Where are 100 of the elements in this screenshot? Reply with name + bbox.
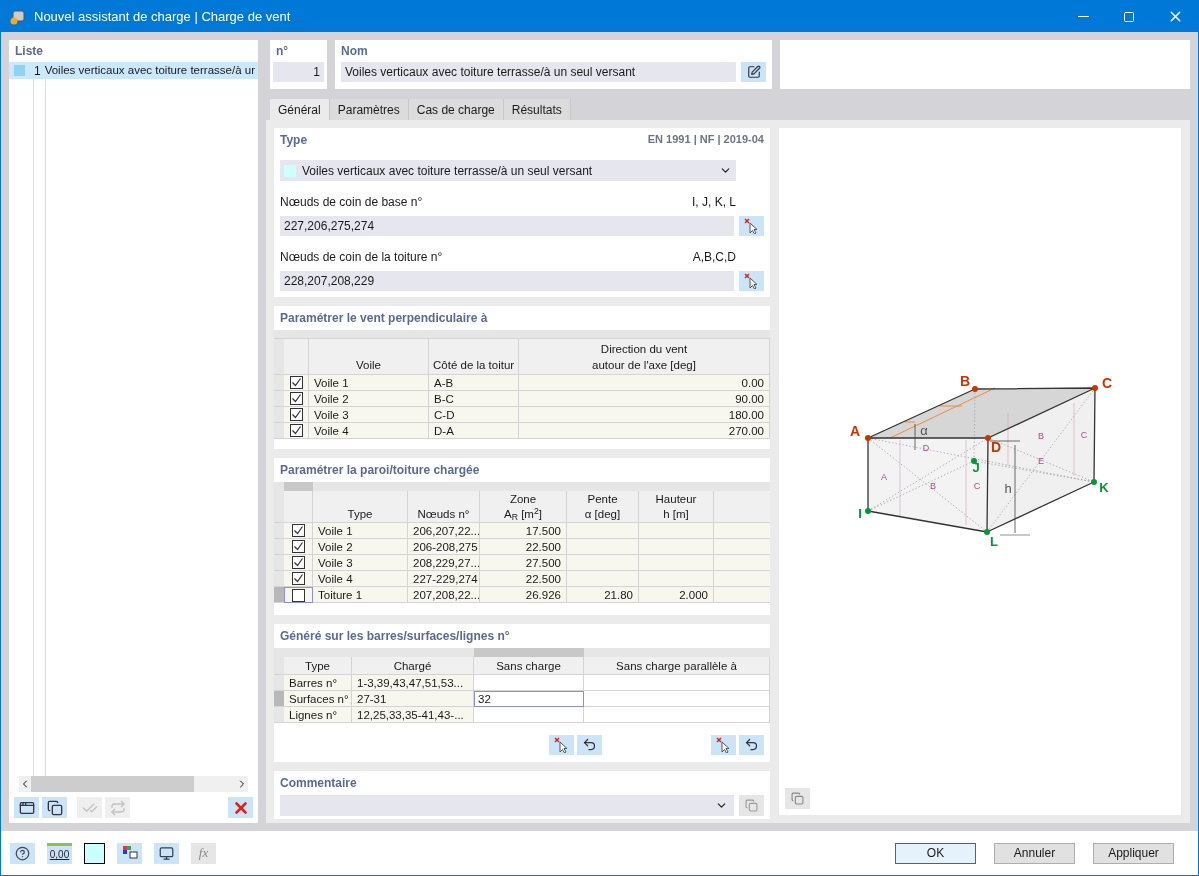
- copy-button[interactable]: [42, 797, 67, 818]
- horizontal-scrollbar[interactable]: [19, 776, 248, 792]
- section-title: Paramétrer la paroi/toiture chargée: [279, 462, 481, 479]
- pick-nodes-button[interactable]: [739, 271, 764, 291]
- section-title: Commentaire: [280, 775, 358, 792]
- field-label: Nœuds de coin de base n°: [280, 194, 423, 211]
- pick-button[interactable]: [711, 734, 736, 755]
- diagram-options-button[interactable]: [785, 788, 810, 809]
- column-header: Chargé: [352, 657, 474, 675]
- base-nodes-field[interactable]: 227,206,275,274: [280, 216, 734, 236]
- table-cell: 227-229,274: [408, 571, 480, 587]
- edit-icon: [746, 65, 761, 79]
- number-field[interactable]: 1: [273, 62, 324, 82]
- field-label: n°: [275, 43, 290, 60]
- checkbox[interactable]: [291, 572, 305, 585]
- type-dropdown[interactable]: Voiles verticaux avec toiture terrasse/à un seul versant: [280, 160, 736, 181]
- table-cell: 207,208,22...: [408, 587, 480, 603]
- tab[interactable]: Résultats: [503, 99, 571, 120]
- pick-nodes-button[interactable]: [739, 216, 764, 236]
- minimize-icon: [1077, 16, 1089, 17]
- section-title: Type: [280, 132, 308, 149]
- monitor-icon: [159, 845, 174, 861]
- table-cell: 206-208,275: [408, 539, 480, 555]
- diagram-label: E: [1038, 456, 1044, 467]
- diagram-label: L: [990, 534, 998, 550]
- table-cell: Barres n°: [284, 675, 352, 691]
- list-item[interactable]: 1 Voiles verticaux avec toiture terrasse/à ur: [9, 62, 258, 79]
- table-cell: 208,229,27...: [408, 555, 480, 571]
- column-header: Zone A$_{R}$ [m$^{2}$]: [480, 491, 567, 523]
- table-cell: 27-31: [352, 691, 474, 707]
- diagram-label: C: [973, 481, 981, 492]
- dialog-button[interactable]: Appliquer: [1093, 842, 1174, 864]
- table-cell: [567, 523, 639, 539]
- color-swatch[interactable]: [84, 842, 105, 864]
- column-header: Direction du vent autour de l'axe [deg]: [519, 339, 770, 375]
- table-cell: D-A: [429, 423, 519, 439]
- new-button[interactable]: [14, 797, 39, 818]
- diagram-label: B: [930, 481, 936, 492]
- checkbox[interactable]: [291, 540, 305, 553]
- checkbox[interactable]: [291, 556, 305, 569]
- diagram-label: K: [1099, 480, 1109, 496]
- table-cell: 22.500: [480, 539, 567, 555]
- table-cell: Voile 1: [313, 523, 408, 539]
- diagram-label: B: [959, 372, 971, 389]
- tab[interactable]: Général: [270, 99, 330, 120]
- pick-button[interactable]: [549, 734, 574, 755]
- table-cell: Voile 2: [309, 391, 429, 407]
- table-cell: 180.00: [519, 407, 770, 423]
- diagram-label: A: [849, 422, 861, 439]
- diagram-label: B: [1038, 431, 1044, 442]
- checkbox[interactable]: [289, 408, 303, 421]
- column-header: Hauteur h [m]: [639, 491, 714, 523]
- column-header: Type: [313, 491, 408, 523]
- name-field[interactable]: Voiles verticaux avec toiture terrasse/à un seul versant: [341, 62, 736, 82]
- view-button[interactable]: [154, 842, 179, 864]
- dialog-button[interactable]: OK: [895, 842, 976, 864]
- table-cell: 206,207,22...: [408, 523, 480, 539]
- checkbox[interactable]: [289, 424, 303, 437]
- checkbox[interactable]: [289, 392, 303, 405]
- undo-button[interactable]: [739, 734, 764, 755]
- table-cell: Voile 3: [309, 407, 429, 423]
- node-letters: A,B,C,D: [692, 249, 736, 266]
- diagram-label: J: [972, 460, 980, 476]
- undo-button[interactable]: [577, 734, 602, 755]
- column-header: [714, 491, 770, 523]
- help-button[interactable]: [10, 842, 35, 864]
- table-cell: B-C: [429, 391, 519, 407]
- edit-button[interactable]: [741, 62, 766, 82]
- toggle-icon: [109, 799, 126, 816]
- display-button[interactable]: [117, 842, 142, 864]
- table-cell: 27.500: [480, 555, 567, 571]
- checkbox[interactable]: [289, 376, 303, 389]
- roof-nodes-field[interactable]: 228,207,208,229: [280, 271, 734, 291]
- table-cell: Voile 1: [309, 375, 429, 391]
- diagram-label: I: [858, 506, 862, 522]
- return-arrow-icon: [744, 737, 759, 752]
- delete-button[interactable]: [228, 797, 253, 818]
- table-cell: 17.500: [480, 523, 567, 539]
- table-cell: Surfaces n°: [284, 691, 352, 707]
- field-label: Nom: [341, 43, 369, 60]
- new-window-icon: [18, 799, 35, 816]
- stacked-windows-icon: [745, 799, 758, 812]
- tab[interactable]: Paramètres: [329, 99, 409, 120]
- dialog-button[interactable]: Annuler: [994, 842, 1075, 864]
- colored-blocks-icon: [121, 845, 138, 861]
- input-field[interactable]: 32: [474, 691, 584, 707]
- table-cell: [714, 523, 770, 539]
- column-header: Sans charge: [474, 657, 584, 675]
- decimals-button[interactable]: 0,00: [47, 842, 72, 864]
- tab[interactable]: Cas de charge: [408, 99, 504, 120]
- cursor-with-cross-icon: [743, 218, 760, 234]
- diagram-label: C: [1080, 430, 1088, 441]
- table-cell: Toiture 1: [313, 587, 408, 603]
- column-header: Nœuds n°: [408, 491, 480, 523]
- table-cell: C-D: [429, 407, 519, 423]
- checkbox[interactable]: [291, 524, 305, 537]
- table-cell: Voile 3: [313, 555, 408, 571]
- checkbox[interactable]: [292, 588, 305, 602]
- help-icon: [15, 845, 30, 861]
- table-cell: [567, 539, 639, 555]
